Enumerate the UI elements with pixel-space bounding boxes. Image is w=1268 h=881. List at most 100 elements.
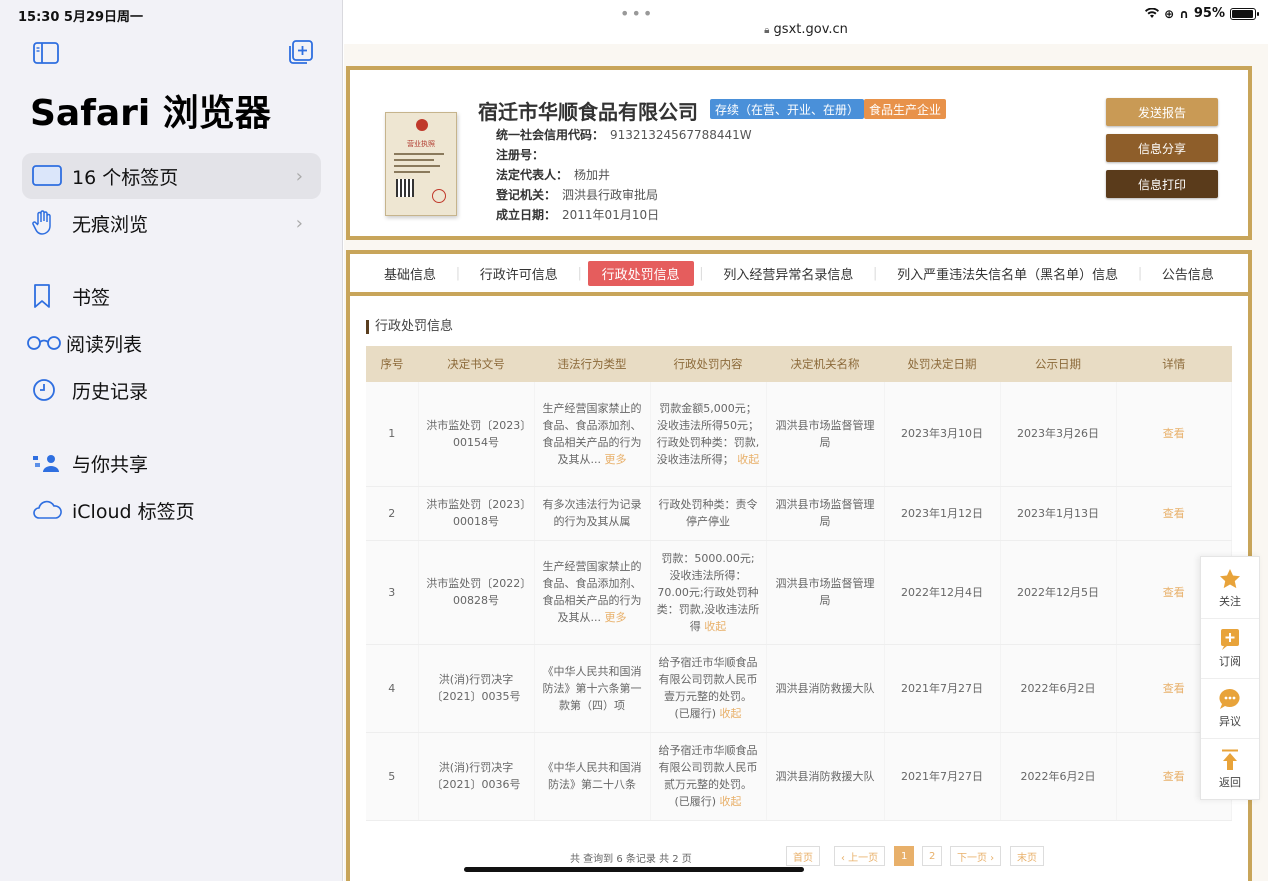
new-tab-group-icon[interactable] [286, 40, 314, 66]
tab-blacklist[interactable]: 列入严重违法失信名单（黑名单）信息 [883, 261, 1132, 286]
last-page-button[interactable]: 末页 [1010, 846, 1044, 866]
sidebar-item-private[interactable]: 无痕浏览 › [22, 200, 321, 246]
cell-type: 生产经营国家禁止的食品、食品添加剂、食品相关产品的行为及其从... 更多 [534, 382, 651, 487]
battery-icon [1230, 7, 1259, 20]
wifi-icon [1145, 8, 1160, 18]
status-badge: 存续（在营、开业、在册） [710, 99, 865, 119]
table-row: 1 洪市监处罚〔2023〕00154号 生产经营国家禁止的食品、食品添加剂、食品… [366, 382, 1232, 487]
collapse-link[interactable]: 收起 [720, 795, 742, 808]
cell-doc: 洪(消)行罚决字〔2021〕0036号 [418, 732, 535, 821]
col-no: 序号 [366, 346, 418, 382]
prev-page-button[interactable]: ‹ 上一页 [834, 846, 886, 866]
share-info-button[interactable]: 信息分享 [1106, 134, 1218, 162]
cell-org: 泗洪县市场监督管理局 [766, 486, 885, 541]
tab-basic-info[interactable]: 基础信息 [370, 261, 450, 286]
col-decision-date: 处罚决定日期 [884, 346, 1000, 382]
more-link[interactable]: 更多 [605, 611, 627, 624]
tab-admin-license[interactable]: 行政许可信息 [466, 261, 572, 286]
penalty-table: 序号 决定书文号 违法行为类型 行政处罚内容 决定机关名称 处罚决定日期 公示日… [366, 346, 1232, 821]
first-page-button[interactable]: 首页 [786, 846, 820, 866]
window-menu-dots[interactable]: ••• [620, 4, 654, 23]
objection-label: 异议 [1219, 715, 1241, 728]
sidebar-item-tabs[interactable]: 16 个标签页 › [22, 153, 321, 199]
cell-content: 罚款：5000.00元;没收违法所得：70.00元;行政处罚种类：罚款,没收违法… [650, 540, 767, 645]
sidebar-item-bookmarks[interactable]: 书签 [22, 273, 321, 319]
cell-date: 2021年7月27日 [884, 732, 1001, 821]
cell-no: 5 [366, 732, 419, 821]
col-violation-type: 违法行为类型 [534, 346, 650, 382]
cell-org: 泗洪县消防救援大队 [766, 644, 885, 733]
tab-bar: 基础信息 | 行政许可信息 | 行政处罚信息 | 列入经营异常名录信息 | 列入… [350, 254, 1248, 296]
cell-pub: 2023年3月26日 [1000, 382, 1117, 487]
sidebar-item-label: 无痕浏览 [72, 213, 149, 236]
tab-admin-penalty[interactable]: 行政处罚信息 [587, 260, 694, 286]
col-penalty-content: 行政处罚内容 [650, 346, 766, 382]
sidebar-item-shared[interactable]: 与你共享 [22, 440, 321, 486]
address-bar[interactable]: 🔒︎ gsxt.gov.cn [344, 22, 1268, 37]
cell-pub: 2023年1月13日 [1000, 486, 1117, 541]
bookmark-icon [32, 282, 68, 310]
col-detail: 详情 [1116, 346, 1232, 382]
collapse-link[interactable]: 收起 [720, 707, 742, 720]
table-row: 5 洪(消)行罚决字〔2021〕0036号 《中华人民共和国消防法》第二十八条 … [366, 732, 1232, 821]
info-section: 基础信息 | 行政许可信息 | 行政处罚信息 | 列入经营异常名录信息 | 列入… [346, 250, 1252, 881]
send-report-button[interactable]: 发送报告 [1106, 98, 1218, 126]
view-link[interactable]: 查看 [1116, 382, 1232, 487]
sidebar-item-icloud-tabs[interactable]: iCloud 标签页 [22, 487, 321, 533]
follow-button[interactable]: 关注 [1201, 559, 1259, 619]
collapse-link[interactable]: 收起 [737, 453, 759, 466]
sidebar-item-label: 阅读列表 [66, 333, 143, 356]
credit-code-row: 统一社会信用代码： 91321324567788441W [496, 128, 752, 142]
more-link[interactable]: 更多 [605, 453, 627, 466]
chevron-right-icon: › [295, 166, 303, 187]
sidebar-item-reading-list[interactable]: 阅读列表 [22, 320, 321, 366]
arrow-up-icon [1222, 749, 1238, 770]
page-1-button[interactable]: 1 [894, 846, 915, 866]
objection-button[interactable]: 异议 [1201, 679, 1259, 739]
tab-announcements[interactable]: 公告信息 [1148, 261, 1228, 286]
cell-type: 《中华人民共和国消防法》第十六条第一款第（四）项 [534, 644, 651, 733]
sidebar-item-label: iCloud 标签页 [72, 500, 195, 523]
next-page-button[interactable]: 下一页 › [950, 846, 1002, 866]
sidebar-item-label: 书签 [72, 286, 111, 309]
table-row: 3 洪市监处罚〔2022〕00828号 生产经营国家禁止的食品、食品添加剂、食品… [366, 540, 1232, 645]
print-info-button[interactable]: 信息打印 [1106, 170, 1218, 198]
tab-abnormal-list[interactable]: 列入经营异常名录信息 [709, 261, 867, 286]
cell-org: 泗洪县消防救援大队 [766, 732, 885, 821]
company-name: 宿迁市华顺食品有限公司 [478, 100, 698, 124]
emblem-icon [416, 119, 428, 131]
cell-no: 1 [366, 382, 419, 487]
cell-doc: 洪(消)行罚决字〔2021〕0035号 [418, 644, 535, 733]
page-2-button[interactable]: 2 [922, 846, 943, 866]
cell-date: 2022年12月4日 [884, 540, 1001, 645]
floating-action-panel: 关注 订阅 异议 返回 [1200, 556, 1260, 800]
collapse-link[interactable]: 收起 [704, 620, 726, 633]
back-to-top-button[interactable]: 返回 [1201, 739, 1259, 799]
status-time: 15:30 5月29日周一 [18, 10, 144, 25]
home-indicator[interactable] [464, 867, 804, 872]
cell-pub: 2022年6月2日 [1000, 644, 1117, 733]
cell-content: 罚款金额5,000元；没收违法所得50元；行政处罚种类：罚款,没收违法所得； 收… [650, 382, 767, 487]
chat-icon [1219, 688, 1240, 709]
cell-date: 2023年1月12日 [884, 486, 1001, 541]
sidebar-item-history[interactable]: 历史记录 [22, 367, 321, 413]
view-link[interactable]: 查看 [1116, 486, 1232, 541]
cell-doc: 洪市监处罚〔2023〕00154号 [418, 382, 535, 487]
cell-no: 2 [366, 486, 419, 541]
cell-type: 《中华人民共和国消防法》第二十八条 [534, 732, 651, 821]
cell-pub: 2022年6月2日 [1000, 732, 1117, 821]
cell-pub: 2022年12月5日 [1000, 540, 1117, 645]
seal-icon [432, 189, 446, 203]
license-heading: 营业执照 [407, 140, 435, 148]
col-publish-date: 公示日期 [1000, 346, 1116, 382]
table-header-row: 序号 决定书文号 违法行为类型 行政处罚内容 决定机关名称 处罚决定日期 公示日… [366, 346, 1232, 382]
col-doc-no: 决定书文号 [418, 346, 534, 382]
glasses-icon [26, 329, 62, 357]
shared-icon [32, 449, 68, 477]
company-card: 营业执照 宿迁市华顺食品有限公司 存续（在营、开业、在册） 食品生产企业 统一社… [346, 66, 1252, 240]
cell-content: 行政处罚种类：责令停产停业 [650, 486, 767, 541]
subscribe-button[interactable]: 订阅 [1201, 619, 1259, 679]
sidebar-toggle-icon[interactable] [32, 40, 60, 66]
sidebar-item-label: 历史记录 [72, 380, 149, 403]
business-license-image[interactable]: 营业执照 [385, 112, 457, 216]
